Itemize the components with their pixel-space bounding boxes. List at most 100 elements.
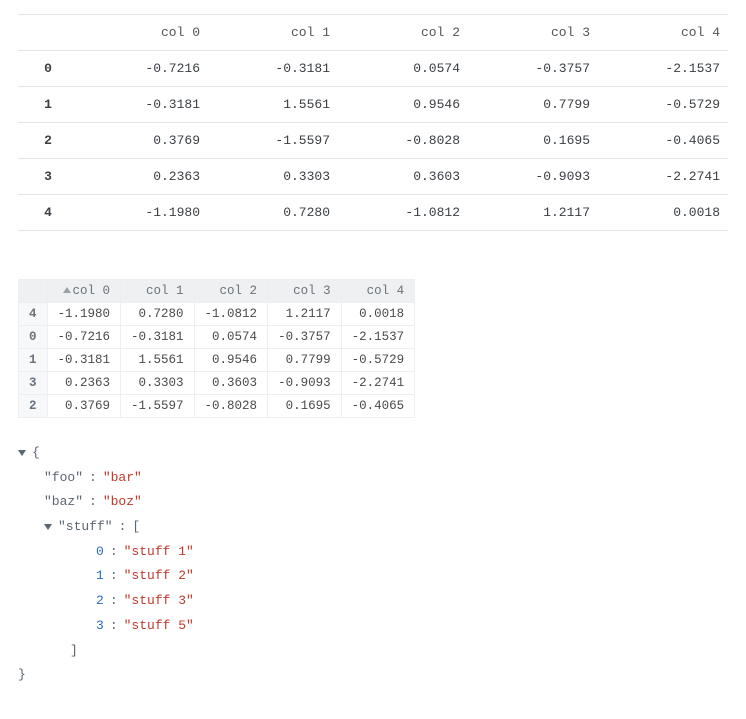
table-cell: 1.5561 — [121, 349, 195, 372]
open-bracket: [ — [132, 515, 140, 540]
json-value: "stuff 2" — [124, 564, 194, 589]
table1-col-header[interactable]: col 3 — [468, 15, 598, 51]
close-brace: } — [18, 663, 26, 688]
json-stuff-open[interactable]: "stuff" : [ — [18, 515, 728, 540]
table-cell: 0.3603 — [338, 159, 468, 195]
table-row: 4-1.19800.7280-1.08121.21170.0018 — [18, 195, 728, 231]
row-index: 1 — [18, 87, 78, 123]
dataframe-table-2: col 0 col 1 col 2 col 3 col 4 4-1.19800.… — [18, 279, 415, 418]
row-index: 4 — [18, 195, 78, 231]
table-cell: -1.0812 — [194, 303, 268, 326]
json-colon: : — [104, 589, 124, 614]
table-cell: -2.1537 — [598, 51, 728, 87]
table-cell: 0.7799 — [468, 87, 598, 123]
json-array-index: 0 — [96, 540, 104, 565]
table-cell: 0.3603 — [194, 372, 268, 395]
json-array-index: 2 — [96, 589, 104, 614]
row-index: 3 — [18, 159, 78, 195]
table2-col-header-sorted[interactable]: col 0 — [47, 280, 121, 303]
row-index: 0 — [18, 51, 78, 87]
table-cell: 0.9546 — [338, 87, 468, 123]
table-row: 20.3769-1.5597-0.80280.1695-0.4065 — [19, 395, 415, 418]
row-index: 2 — [19, 395, 48, 418]
table-cell: -0.3181 — [208, 51, 338, 87]
table1-col-header[interactable]: col 1 — [208, 15, 338, 51]
table-cell: -2.1537 — [341, 326, 415, 349]
table-cell: -1.5597 — [208, 123, 338, 159]
table1-col-header[interactable]: col 0 — [78, 15, 208, 51]
table-cell: 1.2117 — [468, 195, 598, 231]
table2-col-header[interactable]: col 1 — [121, 280, 195, 303]
json-array-item: 3:"stuff 5" — [18, 614, 728, 639]
table-cell: -0.3757 — [468, 51, 598, 87]
table-cell: 0.3303 — [208, 159, 338, 195]
json-value: "boz" — [103, 490, 142, 515]
table-cell: 0.1695 — [268, 395, 342, 418]
json-close-bracket-row: ] — [18, 639, 728, 664]
json-key: "foo" — [44, 466, 83, 491]
json-entry: "baz" : "boz" — [18, 490, 728, 515]
table-cell: -0.5729 — [598, 87, 728, 123]
table2-col-header[interactable]: col 2 — [194, 280, 268, 303]
table-cell: 1.2117 — [268, 303, 342, 326]
row-index: 4 — [19, 303, 48, 326]
table-cell: -1.1980 — [47, 303, 121, 326]
json-value: "stuff 3" — [124, 589, 194, 614]
table-cell: -1.5597 — [121, 395, 195, 418]
table-cell: -0.9093 — [468, 159, 598, 195]
table1-col-header[interactable]: col 2 — [338, 15, 468, 51]
close-bracket: ] — [70, 639, 78, 664]
table2-col-header[interactable]: col 3 — [268, 280, 342, 303]
row-index: 1 — [19, 349, 48, 372]
table-cell: -0.4065 — [341, 395, 415, 418]
table-cell: 0.3769 — [78, 123, 208, 159]
table-cell: 0.3769 — [47, 395, 121, 418]
table-cell: 0.0018 — [341, 303, 415, 326]
table-row: 0-0.7216-0.31810.0574-0.3757-2.1537 — [18, 51, 728, 87]
table-row: 1-0.31811.55610.95460.7799-0.5729 — [18, 87, 728, 123]
table-cell: 0.2363 — [47, 372, 121, 395]
table-row: 1-0.31811.55610.95460.7799-0.5729 — [19, 349, 415, 372]
table-cell: -0.4065 — [598, 123, 728, 159]
caret-down-icon[interactable] — [18, 450, 26, 456]
table2-col0-label: col 0 — [73, 284, 111, 298]
table-row: 30.23630.33030.3603-0.9093-2.2741 — [19, 372, 415, 395]
table-cell: -1.0812 — [338, 195, 468, 231]
table-cell: -0.8028 — [194, 395, 268, 418]
json-array-item: 1:"stuff 2" — [18, 564, 728, 589]
open-brace: { — [32, 441, 40, 466]
json-root-open[interactable]: { — [18, 441, 728, 466]
json-tree: { "foo" : "bar" "baz" : "boz" "stuff" : … — [18, 441, 728, 688]
json-colon: : — [104, 540, 124, 565]
json-array-index: 3 — [96, 614, 104, 639]
json-colon: : — [104, 564, 124, 589]
table-cell: 0.3303 — [121, 372, 195, 395]
json-key: "baz" — [44, 490, 83, 515]
table-cell: -0.8028 — [338, 123, 468, 159]
table-cell: 0.9546 — [194, 349, 268, 372]
table-cell: 0.0574 — [194, 326, 268, 349]
json-entry: "foo" : "bar" — [18, 466, 728, 491]
table-row: 30.23630.33030.3603-0.9093-2.2741 — [18, 159, 728, 195]
table2-corner — [19, 280, 48, 303]
table-cell: -0.5729 — [341, 349, 415, 372]
table-cell: 0.1695 — [468, 123, 598, 159]
dataframe-table-1: col 0 col 1 col 2 col 3 col 4 0-0.7216-0… — [18, 14, 728, 231]
table-row: 4-1.19800.7280-1.08121.21170.0018 — [19, 303, 415, 326]
table-cell: 0.2363 — [78, 159, 208, 195]
table-cell: 0.7280 — [208, 195, 338, 231]
json-colon: : — [83, 466, 103, 491]
caret-down-icon[interactable] — [44, 524, 52, 530]
table1-col-header[interactable]: col 4 — [598, 15, 728, 51]
table2-col-header[interactable]: col 4 — [341, 280, 415, 303]
table-cell: 0.0018 — [598, 195, 728, 231]
row-index: 2 — [18, 123, 78, 159]
table1-corner — [18, 15, 78, 51]
json-colon: : — [83, 490, 103, 515]
json-array-index: 1 — [96, 564, 104, 589]
table-cell: -0.3181 — [78, 87, 208, 123]
json-value: "stuff 5" — [124, 614, 194, 639]
table-row: 0-0.7216-0.31810.0574-0.3757-2.1537 — [19, 326, 415, 349]
table-cell: -2.2741 — [341, 372, 415, 395]
table-cell: -1.1980 — [78, 195, 208, 231]
